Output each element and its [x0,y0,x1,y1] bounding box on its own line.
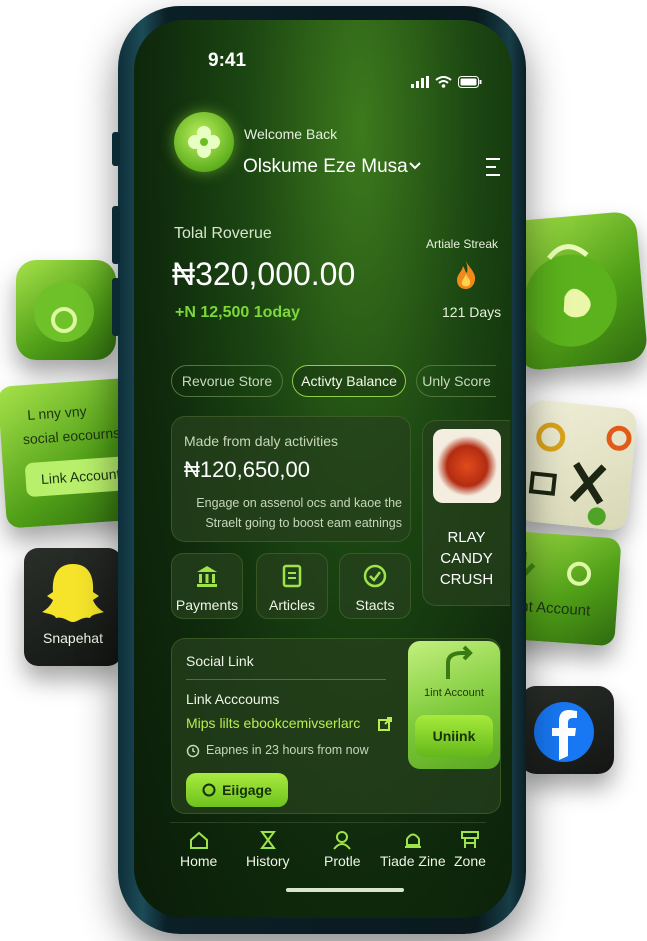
floating-snapchat-tile[interactable]: Snapehat [24,548,122,666]
side-button-action [112,132,120,166]
clock-icon [186,744,200,758]
flame-icon [457,261,476,289]
engage-button-label: Eiigage [222,782,272,798]
hourglass-icon [259,831,276,849]
tab-history-label: History [246,853,290,869]
status-icons [411,76,482,88]
tab-zone-label: Zone [454,853,486,869]
external-link-icon[interactable] [378,717,392,731]
revenue-change: +N 12,500 1oday [175,304,300,321]
link-account-mini-card[interactable]: 1int Account Uniink [408,641,500,769]
coin-icon [202,783,216,797]
floating-green-bag-tile [505,210,647,372]
floating-card-text-2: social eocourns [22,424,121,448]
home-icon [189,831,208,849]
side-button-volume-up [112,206,120,264]
side-button-volume-down [112,278,120,336]
quick-action-stats[interactable]: Stacts [339,553,411,619]
signal-icon [411,76,429,88]
xo-icon [528,422,632,526]
streak-label: Artiale Streak [426,237,499,251]
social-url-link[interactable]: Mips lilts ebookcemivserlarc [186,715,360,731]
floating-facebook-tile[interactable] [520,686,614,774]
bell-icon [404,833,421,848]
user-name[interactable]: Olskume Eze Musa [243,156,408,178]
revenue-label: Tolal Roverue [174,225,272,242]
document-icon [282,564,302,588]
daily-activities-label: Made from daly activities [184,433,339,449]
tab-profile-label: Protle [324,853,361,869]
streak-days: 121 Days [442,304,502,320]
zone-icon [460,831,479,848]
quick-action-articles[interactable]: Articles [256,553,328,619]
daily-activities-description: Engage on assenol ocs and kaoe the Strae… [196,496,402,530]
pill-revenue-store[interactable]: Revorue Store [171,365,283,397]
link-account-mini-label: 1int Account [424,687,484,699]
quick-action-payments-label: Payments [175,597,239,613]
tab-history[interactable]: History [246,830,290,869]
floating-green-app-tile [16,260,116,360]
daily-activities-value: ₦120,650,00 [184,457,310,482]
facebook-icon [534,702,594,762]
tab-bar-divider [170,822,486,823]
quick-action-stats-label: Stacts [355,597,395,613]
quick-action-articles-label: Articles [269,597,315,613]
ring-icon [34,282,94,342]
home-indicator[interactable] [286,888,404,892]
floating-game-tile [515,398,639,532]
pill-activity-balance[interactable]: Activty Balance [292,365,406,397]
wifi-icon [435,76,452,88]
game-title-line-1: RLAY [447,529,486,546]
unlink-button[interactable]: Uniink [415,715,493,757]
tab-trade-zone[interactable]: Tiade Zine [380,830,446,869]
welcome-text: Welcome Back [244,126,338,142]
quick-action-payments[interactable]: Payments [171,553,243,619]
pill-unly-score[interactable]: Unly Score [416,365,496,397]
check-circle-icon [363,564,387,588]
tab-trade-zone-label: Tiade Zine [380,853,446,869]
social-link-title: Social Link [186,653,254,669]
snapchat-label: Snapehat [43,630,103,646]
engage-button[interactable]: Eiigage [186,773,288,807]
link-accounts-label: Link Acccoums [186,691,280,707]
game-title-line-2: CANDY [440,550,493,567]
game-title-line-3: CRUSH [439,571,494,588]
share-arrow-icon [446,645,473,679]
game-title: RLAY CANDY CRUSH [423,527,510,590]
game-card[interactable]: RLAY CANDY CRUSH [422,420,510,606]
menu-icon[interactable] [484,156,500,178]
profile-icon [333,831,352,850]
status-time: 9:41 [208,50,247,71]
snapchat-ghost-icon [42,564,104,622]
social-divider [186,679,386,680]
clover-icon [188,126,220,158]
chevron-down-icon[interactable] [409,162,421,170]
floating-card-text-1: L nny vny [26,402,88,423]
battery-icon [458,76,482,88]
phone-screen: 9:41 Welcome Back Olskume Eze Musa Tolal… [134,20,512,918]
link-expiry-text: Eapnes in 23 hours from now [206,743,369,757]
bank-icon [197,566,217,587]
tab-zone[interactable]: Zone [454,830,486,869]
avatar[interactable] [174,112,234,172]
bag-icon [524,244,617,347]
daily-activities-card[interactable]: Made from daly activities ₦120,650,00 En… [171,416,411,542]
tab-profile[interactable]: Protle [324,830,361,869]
revenue-value: ₦320,000.00 [172,256,356,292]
game-thumbnail [433,429,501,503]
tab-home-label: Home [180,853,218,869]
social-link-card: Social Link Link Acccoums Mips lilts ebo… [171,638,501,814]
tab-home[interactable]: Home [180,830,217,869]
phone-frame: 9:41 Welcome Back Olskume Eze Musa Tolal… [112,6,526,934]
